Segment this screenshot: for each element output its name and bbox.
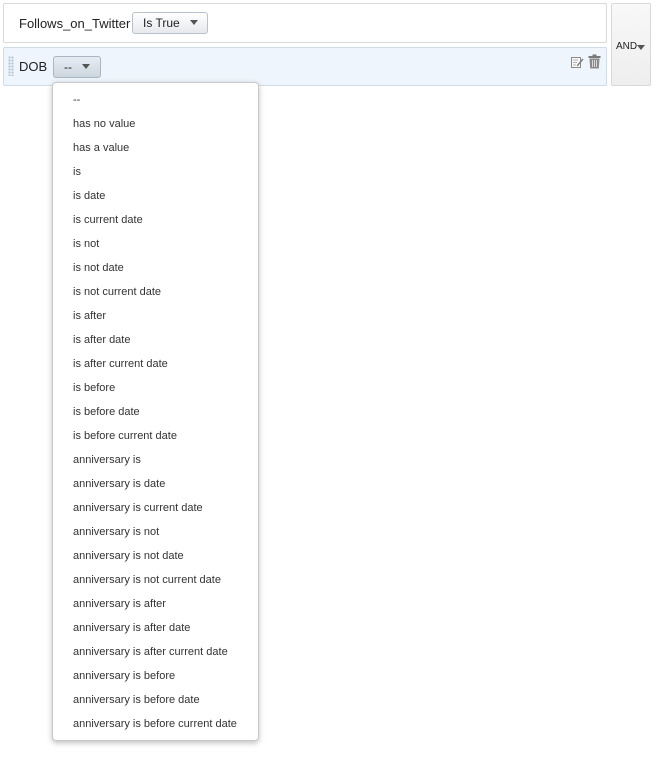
operator-dropdown-button[interactable]: --	[53, 56, 101, 78]
chevron-down-icon	[82, 64, 90, 70]
drag-handle-icon[interactable]	[8, 56, 14, 76]
dropdown-item[interactable]: is after current date	[53, 352, 258, 376]
dropdown-item[interactable]: is after date	[53, 328, 258, 352]
dropdown-item[interactable]: is not current date	[53, 280, 258, 304]
dropdown-item[interactable]: is after	[53, 304, 258, 328]
dropdown-item[interactable]: anniversary is before	[53, 664, 258, 688]
operator-dropdown-button[interactable]: Is True	[132, 12, 208, 34]
logic-operator-button[interactable]: AND	[611, 3, 651, 86]
dropdown-item[interactable]: --	[53, 88, 258, 112]
operator-label: Is True	[143, 16, 180, 30]
operator-dropdown-menu: -- has no value has a value is is date i…	[52, 82, 259, 741]
dropdown-item[interactable]: anniversary is before current date	[53, 712, 258, 736]
dropdown-item[interactable]: is before current date	[53, 424, 258, 448]
edit-icon[interactable]	[570, 55, 584, 69]
logic-operator-label: AND	[616, 41, 638, 52]
dropdown-item[interactable]: is not date	[53, 256, 258, 280]
dropdown-item[interactable]: is	[53, 160, 258, 184]
chevron-down-icon	[637, 45, 645, 50]
dropdown-item[interactable]: anniversary is not current date	[53, 568, 258, 592]
dropdown-item[interactable]: anniversary is not	[53, 520, 258, 544]
rule-row-dob: DOB --	[3, 47, 607, 86]
dropdown-item[interactable]: anniversary is before date	[53, 688, 258, 712]
field-label: Follows_on_Twitter	[19, 16, 131, 31]
dropdown-item[interactable]: anniversary is not date	[53, 544, 258, 568]
dropdown-item[interactable]: anniversary is after date	[53, 616, 258, 640]
chevron-down-icon	[189, 20, 198, 26]
dropdown-item[interactable]: is date	[53, 184, 258, 208]
dropdown-item[interactable]: has no value	[53, 112, 258, 136]
dropdown-item[interactable]: has a value	[53, 136, 258, 160]
trash-icon[interactable]	[588, 54, 601, 69]
dropdown-item[interactable]: is current date	[53, 208, 258, 232]
dropdown-item[interactable]: anniversary is date	[53, 472, 258, 496]
dropdown-item[interactable]: anniversary is	[53, 448, 258, 472]
dropdown-item[interactable]: is before date	[53, 400, 258, 424]
dropdown-item[interactable]: anniversary is current date	[53, 496, 258, 520]
dropdown-item[interactable]: is not	[53, 232, 258, 256]
field-label: DOB	[19, 59, 48, 74]
dropdown-item[interactable]: is before	[53, 376, 258, 400]
dropdown-item[interactable]: anniversary is after current date	[53, 640, 258, 664]
operator-label: --	[64, 60, 72, 74]
rule-row-twitter: Follows_on_Twitter Is True	[3, 3, 607, 43]
dropdown-item[interactable]: anniversary is after	[53, 592, 258, 616]
segment-builder: Follows_on_Twitter Is True DOB -- AND --…	[0, 0, 660, 759]
